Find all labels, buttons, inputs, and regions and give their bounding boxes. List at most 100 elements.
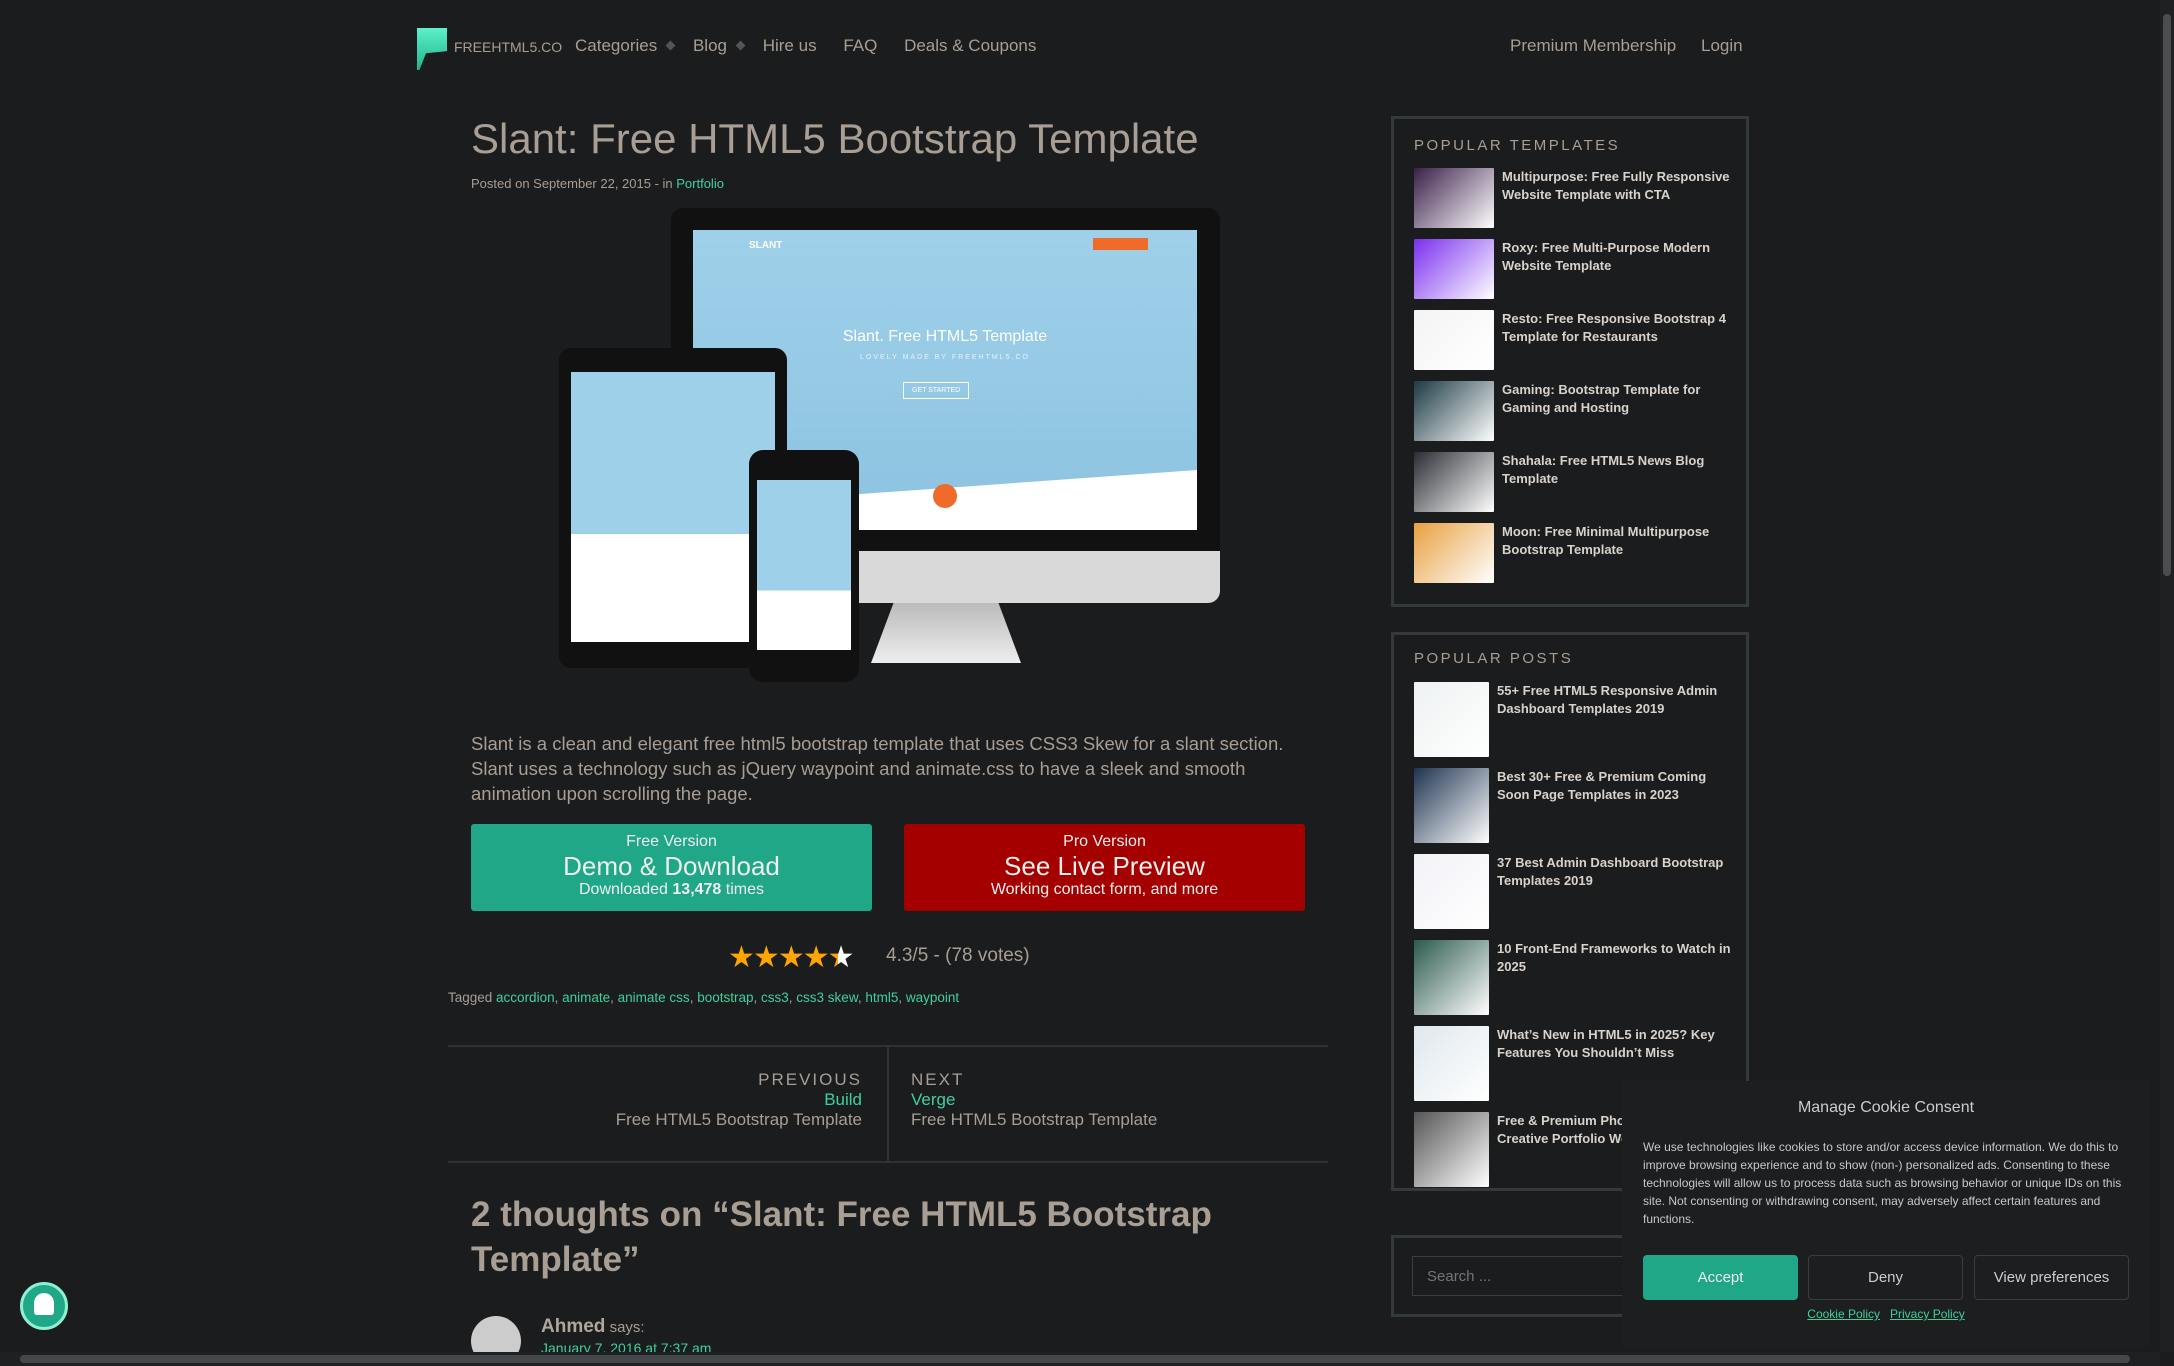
star-icon[interactable]: ★	[753, 941, 780, 974]
sidebar-list-item[interactable]: 37 Best Admin Dashboard Bootstrap Templa…	[1414, 854, 1732, 929]
item-title[interactable]: Roxy: Free Multi-Purpose Modern Website …	[1502, 239, 1737, 299]
sidebar-list-item[interactable]: Best 30+ Free & Premium Coming Soon Page…	[1414, 768, 1732, 843]
sidebar-list-item[interactable]: Moon: Free Minimal Multipurpose Bootstra…	[1414, 523, 1737, 583]
tag-link[interactable]: animate	[562, 990, 610, 1005]
thumbnail[interactable]	[1414, 310, 1494, 370]
widget-title: POPULAR POSTS	[1414, 650, 1574, 667]
next-post-link[interactable]: NEXT Verge Free HTML5 Bootstrap Template	[911, 1070, 1231, 1130]
item-title[interactable]: Best 30+ Free & Premium Coming Soon Page…	[1497, 768, 1732, 843]
star-icon[interactable]: ★	[728, 941, 755, 974]
item-title[interactable]: 55+ Free HTML5 Responsive Admin Dashboar…	[1497, 682, 1732, 757]
nav-deals[interactable]: Deals & Coupons	[904, 36, 1036, 55]
item-title[interactable]: Resto: Free Responsive Bootstrap 4 Templ…	[1502, 310, 1737, 370]
tag-link[interactable]: bootstrap	[697, 990, 753, 1005]
thumbnail[interactable]	[1414, 682, 1489, 757]
scrollbar-thumb[interactable]	[20, 1355, 2130, 1363]
sidebar-list-item[interactable]: Roxy: Free Multi-Purpose Modern Website …	[1414, 239, 1737, 299]
nav-hire-us[interactable]: Hire us	[763, 36, 817, 55]
logo-icon	[417, 28, 447, 70]
accept-button[interactable]: Accept	[1643, 1255, 1798, 1300]
horizontal-scrollbar[interactable]	[0, 1352, 2160, 1366]
hero-brand: SLANT	[749, 240, 783, 251]
hero-image: SLANT Slant. Free HTML5 Template LOVELY …	[559, 208, 1221, 682]
privacy-policy-link[interactable]: Privacy Policy	[1890, 1307, 1965, 1321]
tag-link[interactable]: css3	[761, 990, 789, 1005]
demo-download-button[interactable]: Free Version Demo & Download Downloaded …	[471, 824, 872, 911]
scrollbar-thumb[interactable]	[2163, 14, 2171, 576]
bell-icon	[34, 1293, 54, 1315]
logo[interactable]	[417, 28, 447, 70]
nav-premium[interactable]: Premium Membership	[1510, 36, 1676, 56]
star-icon[interactable]: ★	[803, 941, 830, 974]
divider	[887, 1046, 889, 1162]
star-icon[interactable]: ★	[778, 941, 805, 974]
popular-templates-widget: POPULAR TEMPLATES Multipurpose: Free Ful…	[1391, 116, 1749, 607]
item-title[interactable]: 10 Front-End Frameworks to Watch in 2025	[1497, 940, 1732, 1015]
star-rating[interactable]: ★★★★★	[728, 940, 855, 975]
cookie-links: Cookie Policy Privacy Policy	[1622, 1307, 2150, 1321]
thumbnail[interactable]	[1414, 1112, 1489, 1187]
widget-title: POPULAR TEMPLATES	[1414, 137, 1621, 154]
previous-post-link[interactable]: PREVIOUS Build Free HTML5 Bootstrap Temp…	[560, 1070, 862, 1130]
view-preferences-button[interactable]: View preferences	[1974, 1255, 2129, 1300]
next-sub: Free HTML5 Bootstrap Template	[911, 1110, 1158, 1129]
previous-name[interactable]: Build	[560, 1090, 862, 1110]
pro-version-label: Pro Version	[1063, 833, 1146, 850]
item-title[interactable]: Multipurpose: Free Fully Responsive Webs…	[1502, 168, 1737, 228]
comment-author: Ahmed says:	[541, 1316, 645, 1337]
brand-name[interactable]: FREEHTML5.CO	[454, 39, 562, 55]
tag-link[interactable]: accordion	[496, 990, 555, 1005]
star-half-icon[interactable]: ★	[828, 941, 855, 974]
tag-link[interactable]: waypoint	[906, 990, 959, 1005]
post-meta: Posted on September 22, 2015 - in Portfo…	[471, 176, 724, 191]
vertical-scrollbar[interactable]	[2160, 0, 2174, 1352]
thumbnail[interactable]	[1414, 239, 1494, 299]
sidebar-list-item[interactable]: 10 Front-End Frameworks to Watch in 2025	[1414, 940, 1732, 1015]
nav-faq[interactable]: FAQ	[843, 36, 877, 55]
tag-link[interactable]: html5	[865, 990, 898, 1005]
post-date: Posted on September 22, 2015 - in	[471, 176, 677, 191]
thumbnail[interactable]	[1414, 1026, 1489, 1101]
tag-link[interactable]: animate css	[618, 990, 690, 1005]
thumbnail[interactable]	[1414, 523, 1494, 583]
sidebar-list-item[interactable]: 55+ Free HTML5 Responsive Admin Dashboar…	[1414, 682, 1732, 757]
pro-features: Working contact form, and more	[990, 881, 1219, 898]
cookie-title: Manage Cookie Consent	[1797, 1099, 1975, 1116]
comments-title: 2 thoughts on “Slant: Free HTML5 Bootstr…	[471, 1195, 1212, 1279]
thumbnail[interactable]	[1414, 452, 1494, 512]
main-nav: Categories Blog Hire us FAQ Deals & Coup…	[575, 36, 1058, 56]
page-title: Slant: Free HTML5 Bootstrap Template	[471, 115, 1199, 162]
thumbnail[interactable]	[1414, 854, 1489, 929]
nav-login[interactable]: Login	[1701, 36, 1743, 56]
item-title[interactable]: Moon: Free Minimal Multipurpose Bootstra…	[1502, 523, 1737, 583]
thumbnail[interactable]	[1414, 940, 1489, 1015]
category-link[interactable]: Portfolio	[676, 176, 724, 191]
next-label: NEXT	[911, 1070, 965, 1089]
notification-bell-button[interactable]	[20, 1282, 68, 1330]
next-name[interactable]: Verge	[911, 1090, 1231, 1110]
sidebar-list-item[interactable]: Shahala: Free HTML5 News Blog Template	[1414, 452, 1737, 512]
live-preview-button[interactable]: Pro Version See Live Preview Working con…	[904, 824, 1305, 911]
thumbnail[interactable]	[1414, 768, 1489, 843]
nav-categories[interactable]: Categories	[575, 36, 657, 55]
post-description: Slant is a clean and elegant free html5 …	[471, 733, 1284, 804]
cookie-policy-link[interactable]: Cookie Policy	[1807, 1307, 1880, 1321]
thumbnail[interactable]	[1414, 168, 1494, 228]
phone	[749, 450, 859, 682]
sidebar-list-item[interactable]: Gaming: Bootstrap Template for Gaming an…	[1414, 381, 1737, 441]
nav-blog[interactable]: Blog	[693, 36, 727, 55]
item-title[interactable]: Gaming: Bootstrap Template for Gaming an…	[1502, 381, 1737, 441]
tags: Tagged accordion, animate, animate css, …	[448, 990, 960, 1005]
deny-button[interactable]: Deny	[1808, 1255, 1963, 1300]
cookie-consent-dialog: Manage Cookie Consent We use technologie…	[1622, 1081, 2150, 1346]
sidebar-list-item[interactable]: Multipurpose: Free Fully Responsive Webs…	[1414, 168, 1737, 228]
sidebar-list-item[interactable]: Resto: Free Responsive Bootstrap 4 Templ…	[1414, 310, 1737, 370]
thumbnail[interactable]	[1414, 381, 1494, 441]
tag-link[interactable]: css3 skew	[796, 990, 858, 1005]
item-title[interactable]: 37 Best Admin Dashboard Bootstrap Templa…	[1497, 854, 1732, 929]
item-title[interactable]: Shahala: Free HTML5 News Blog Template	[1502, 452, 1737, 512]
tagged-label: Tagged	[448, 990, 497, 1005]
demo-download-label: Demo & Download	[563, 851, 780, 881]
download-count: Downloaded 13,478 times	[578, 881, 764, 898]
previous-sub: Free HTML5 Bootstrap Template	[615, 1110, 862, 1129]
